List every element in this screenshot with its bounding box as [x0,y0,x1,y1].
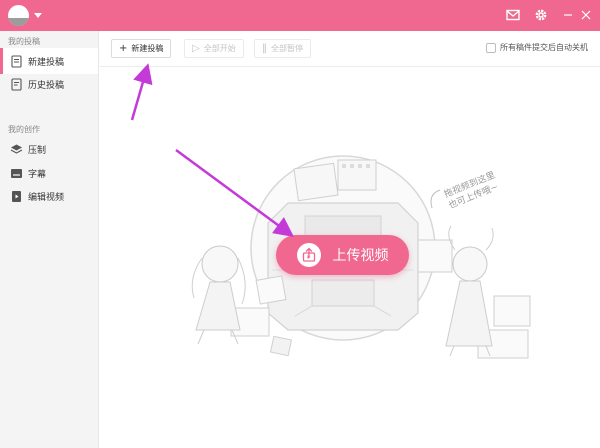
gear-icon[interactable] [533,7,549,23]
new-upload-button[interactable]: + 新建投稿 [111,39,172,58]
sidebar-section-my-uploads: 我的投稿 [8,37,40,46]
new-upload-icon [10,54,23,68]
auto-shutdown-checkbox[interactable] [486,42,496,53]
auto-shutdown-label: 所有稿件提交后自动关机 [500,43,588,52]
upload-icon [296,243,321,267]
sidebar-item-label: 编辑视频 [28,192,65,203]
pause-all-button[interactable]: ‖ 全部暂停 [254,39,311,58]
bilibili-logo-icon[interactable] [8,5,29,26]
edit-video-icon [10,190,23,203]
start-all-button[interactable]: ▷ 全部开始 [184,39,244,58]
history-icon [10,77,23,91]
sidebar-item-label: 压制 [28,145,47,156]
minimize-icon[interactable] [560,7,576,23]
upload-video-button[interactable]: 上传视频 [276,235,409,275]
title-bar [0,0,600,31]
layers-icon [10,143,23,156]
toolbar: + 新建投稿 ▷ 全部开始 ‖ 全部暂停 所有稿件提交后自动关机 [100,31,600,67]
subtitle-icon [10,167,23,180]
caret-down-icon[interactable] [34,13,42,18]
sidebar-section-my-creations: 我的创作 [8,125,40,134]
sidebar-item-compress[interactable]: 压制 [0,136,98,162]
sidebar-item-label: 历史投稿 [28,80,65,91]
upload-drop-area[interactable]: 拖视频到这里 也可上传哦~ 上传视频 [100,68,600,448]
auto-shutdown-option[interactable]: 所有稿件提交后自动关机 [486,42,588,53]
pause-icon: ‖ [262,43,267,54]
upload-video-label: 上传视频 [332,248,389,264]
sidebar: 我的投稿 新建投稿 历史投稿 我的创作 压制 字幕 编辑视频 [0,31,99,448]
play-icon: ▷ [192,43,200,54]
plus-icon: + [119,43,128,54]
sidebar-item-label: 新建投稿 [28,57,65,68]
mail-icon[interactable] [505,7,521,23]
sidebar-item-history[interactable]: 历史投稿 [0,71,98,97]
sidebar-item-edit-video[interactable]: 编辑视频 [0,183,98,209]
close-icon[interactable] [578,7,594,23]
sidebar-item-label: 字幕 [28,169,47,180]
